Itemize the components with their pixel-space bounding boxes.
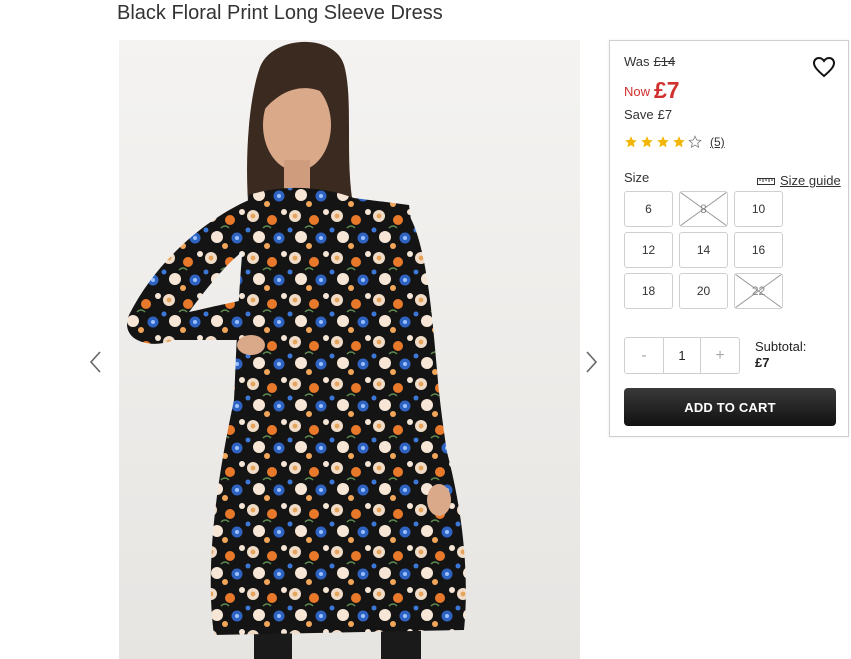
save-amount: £7 (657, 107, 673, 122)
size-guide-label: Size guide (780, 173, 841, 188)
size-option-label: 10 (751, 202, 766, 216)
subtotal-amount: £7 (755, 355, 770, 370)
size-option-button[interactable]: 20 (679, 273, 728, 309)
star-filled-icon (673, 136, 685, 148)
size-option-label: 12 (641, 243, 656, 257)
size-option-label: 18 (641, 284, 656, 298)
subtotal-label: Subtotal: (755, 339, 807, 354)
star-filled-icon (625, 136, 637, 148)
size-option-label: 14 (696, 243, 711, 257)
size-option-button[interactable]: 14 (679, 232, 728, 268)
subtotal: Subtotal: £7 (755, 339, 806, 371)
wishlist-button[interactable] (812, 55, 836, 79)
product-photo-illustration (119, 40, 580, 659)
size-guide-link[interactable]: Size guide (757, 173, 841, 188)
star-filled-icon (657, 136, 669, 148)
now-price: £7 (654, 77, 680, 103)
star-filled-icon (641, 136, 653, 148)
chevron-right-icon (586, 351, 598, 373)
rating: (5) (624, 134, 725, 150)
was-label: Was (624, 54, 650, 69)
size-option-label: 20 (696, 284, 711, 298)
save-label: Save (624, 107, 654, 122)
size-option-button[interactable]: 8 (679, 191, 728, 227)
size-option-label: 6 (645, 202, 652, 216)
size-option-label: 22 (751, 284, 766, 298)
size-option-button[interactable]: 16 (734, 232, 783, 268)
was-price-row: Was £14 (624, 54, 675, 69)
quantity-value[interactable]: 1 (663, 338, 701, 373)
size-label: Size (624, 170, 650, 185)
next-image-button[interactable] (582, 348, 600, 376)
size-option-button[interactable]: 12 (624, 232, 673, 268)
quantity-decrease-button[interactable]: - (625, 338, 663, 373)
add-to-cart-button[interactable]: ADD TO CART (624, 388, 836, 426)
now-price-row: Now £7 (624, 77, 680, 104)
product-image (119, 40, 580, 659)
now-label: Now (624, 84, 651, 99)
star-empty-icon (688, 135, 702, 149)
quantity-increase-button[interactable]: + (701, 338, 739, 373)
size-option-button[interactable]: 6 (624, 191, 673, 227)
purchase-panel: Was £14 Now £7 Save £7 (5) Size Size guide … (609, 40, 849, 437)
was-price: £14 (653, 54, 676, 69)
prev-image-button[interactable] (87, 348, 105, 376)
size-option-button[interactable]: 18 (624, 273, 673, 309)
size-option-button[interactable]: 10 (734, 191, 783, 227)
ruler-icon (757, 177, 775, 185)
size-option-label: 8 (700, 202, 707, 216)
save-row: Save £7 (624, 107, 672, 122)
heart-icon (812, 56, 836, 78)
quantity-stepper: - 1 + (624, 337, 740, 374)
review-count-link[interactable]: (5) (710, 135, 725, 149)
product-title: Black Floral Print Long Sleeve Dress (117, 2, 443, 24)
chevron-left-icon (89, 351, 101, 373)
size-option-label: 16 (751, 243, 766, 257)
size-option-button[interactable]: 22 (734, 273, 783, 309)
